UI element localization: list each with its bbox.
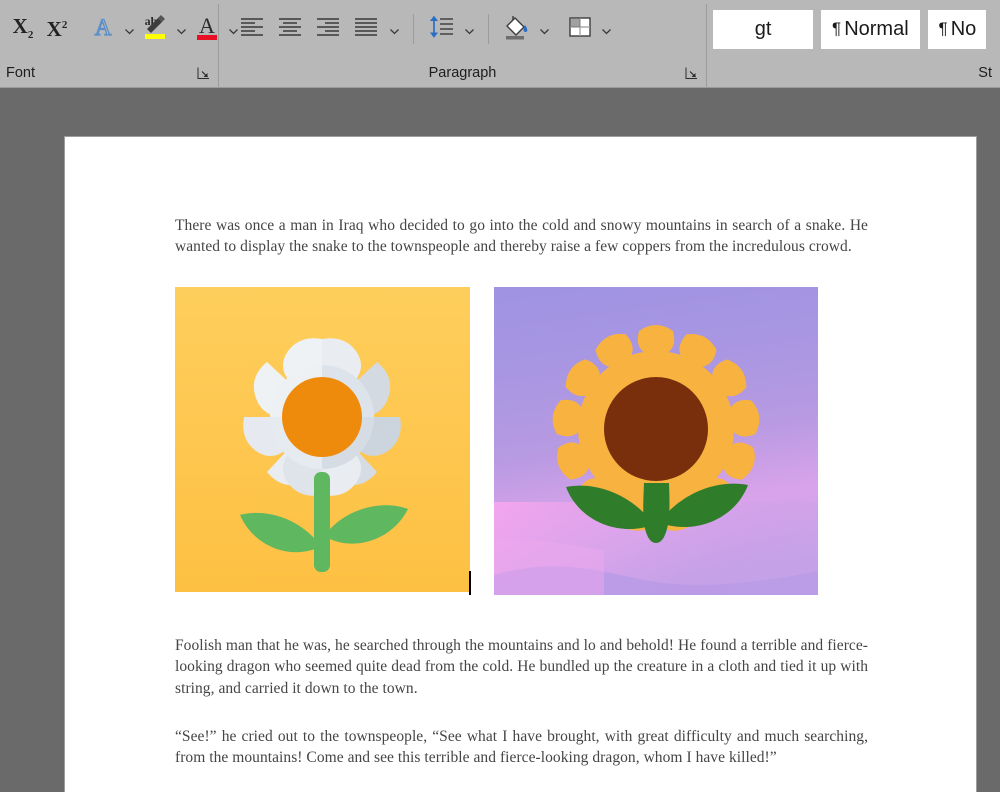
svg-text:A: A bbox=[95, 15, 112, 40]
styles-group-label-wrap: St bbox=[707, 58, 1000, 88]
paragraph-1[interactable]: There was once a man in Iraq who decided… bbox=[175, 215, 868, 258]
shading-dropdown[interactable] bbox=[535, 9, 553, 49]
chevron-down-icon bbox=[389, 24, 400, 35]
paragraph-2[interactable]: Foolish man that he was, he searched thr… bbox=[175, 635, 868, 700]
font-group-label-wrap: Font bbox=[0, 58, 218, 88]
borders-dropdown[interactable] bbox=[597, 9, 615, 49]
shading-button[interactable] bbox=[499, 9, 535, 49]
align-center-icon bbox=[277, 16, 303, 43]
align-right-button[interactable] bbox=[309, 9, 347, 49]
font-dialog-launcher[interactable] bbox=[197, 67, 210, 80]
justify-button[interactable] bbox=[347, 9, 385, 49]
borders-button[interactable] bbox=[563, 9, 597, 49]
align-left-button[interactable] bbox=[233, 9, 271, 49]
font-group-label: Font bbox=[6, 65, 36, 81]
align-left-icon bbox=[239, 16, 265, 43]
daisy-flower-image bbox=[175, 287, 470, 592]
superscript-glyph: X2 bbox=[46, 16, 68, 41]
styles-gallery[interactable]: gt ¶ Normal ¶ No bbox=[707, 0, 1000, 58]
text-highlight-color-button[interactable]: ab bbox=[138, 9, 172, 49]
ribbon-group-paragraph: Paragraph bbox=[219, 0, 706, 88]
text-effects-dropdown[interactable] bbox=[120, 9, 138, 49]
justify-dropdown[interactable] bbox=[385, 9, 403, 49]
text-effects-icon: A bbox=[91, 14, 115, 45]
pilcrow-icon: ¶ bbox=[938, 19, 948, 38]
paragraph-dialog-launcher[interactable] bbox=[685, 67, 698, 80]
chevron-down-icon bbox=[176, 24, 187, 35]
paragraph-divider-1 bbox=[413, 14, 414, 44]
superscript-button[interactable]: X2 bbox=[40, 9, 74, 49]
document-page[interactable]: There was once a man in Iraq who decided… bbox=[65, 137, 976, 792]
subscript-glyph: X2 bbox=[12, 14, 34, 42]
text-cursor bbox=[469, 571, 471, 595]
sunflower-image bbox=[494, 287, 818, 595]
chevron-down-icon bbox=[601, 24, 612, 35]
text-effects-button[interactable]: A bbox=[86, 9, 120, 49]
paragraph-group-buttons bbox=[219, 0, 706, 58]
style-card-normal[interactable]: ¶ Normal bbox=[821, 9, 920, 49]
ribbon-group-font: X2 X2 A ab A Font bbox=[0, 0, 238, 88]
styles-group-label: St bbox=[978, 65, 992, 81]
shading-paint-bucket-icon bbox=[503, 13, 531, 46]
subscript-button[interactable]: X2 bbox=[6, 9, 40, 49]
line-and-paragraph-spacing-dropdown[interactable] bbox=[460, 9, 478, 49]
justify-icon bbox=[353, 16, 379, 43]
style-card-no[interactable]: ¶ No bbox=[927, 9, 987, 49]
paragraph-group-label: Paragraph bbox=[428, 65, 497, 81]
pilcrow-icon: ¶ bbox=[832, 19, 842, 38]
text-highlight-color-dropdown[interactable] bbox=[172, 9, 190, 49]
document-image-daisy[interactable] bbox=[175, 287, 470, 592]
paragraph-group-label-wrap: Paragraph bbox=[219, 58, 706, 88]
ribbon-group-styles: gt ¶ Normal ¶ No St bbox=[707, 0, 1000, 88]
style-card-gt[interactable]: gt bbox=[713, 9, 814, 49]
line-and-paragraph-spacing-button[interactable] bbox=[424, 9, 460, 49]
align-right-icon bbox=[315, 16, 341, 43]
borders-icon bbox=[567, 14, 593, 45]
style-card-no-label: No bbox=[950, 17, 977, 40]
font-group-buttons: X2 X2 A ab A bbox=[0, 0, 238, 58]
chevron-down-icon bbox=[464, 24, 475, 35]
chevron-down-icon bbox=[124, 24, 135, 35]
align-center-button[interactable] bbox=[271, 9, 309, 49]
ribbon: X2 X2 A ab A Font Paragraph gt ¶ Normal … bbox=[0, 0, 1000, 88]
style-card-normal-label: Normal bbox=[844, 17, 909, 40]
highlighter-icon: ab bbox=[141, 12, 169, 47]
font-color-icon: A bbox=[194, 12, 220, 47]
line-spacing-icon bbox=[428, 15, 456, 44]
style-card-gt-label: gt bbox=[754, 17, 772, 40]
paragraph-3[interactable]: “See!” he cried out to the townspeople, … bbox=[175, 726, 868, 769]
document-image-sunflower[interactable] bbox=[469, 287, 818, 595]
chevron-down-icon bbox=[539, 24, 550, 35]
document-canvas[interactable]: There was once a man in Iraq who decided… bbox=[0, 88, 1000, 792]
svg-text:A: A bbox=[199, 13, 215, 38]
paragraph-divider-2 bbox=[488, 14, 489, 44]
